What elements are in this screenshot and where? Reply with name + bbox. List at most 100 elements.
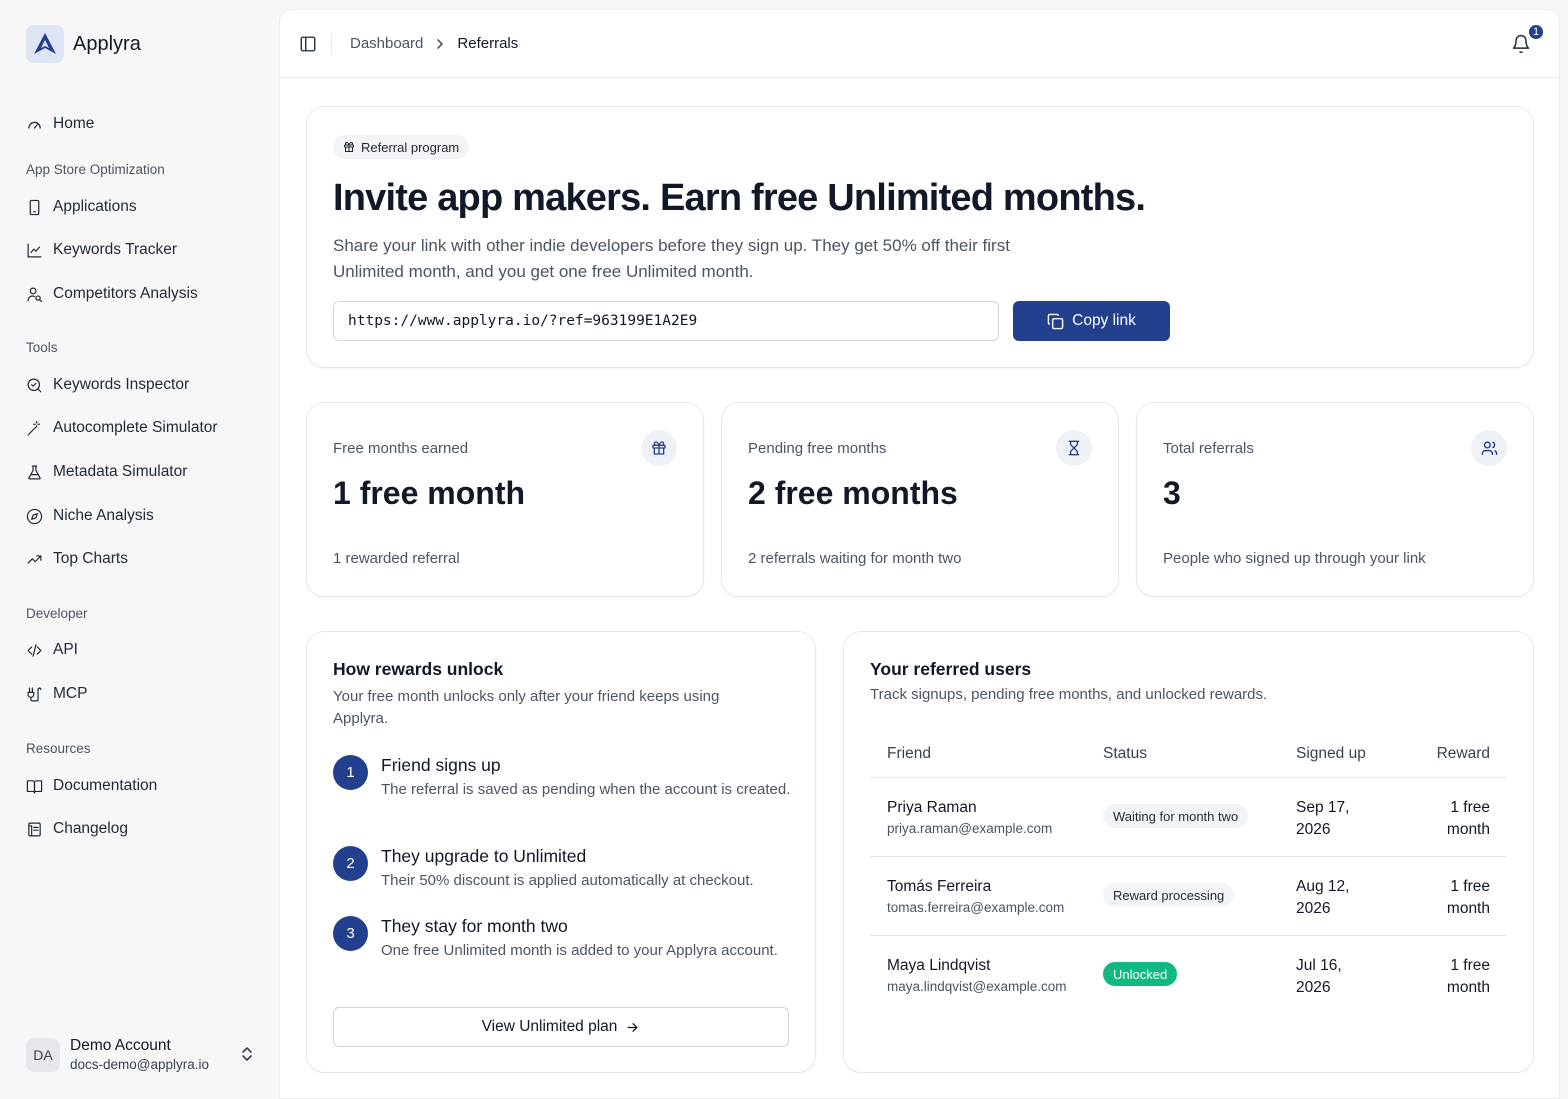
sidebar-item-label: Autocomplete Simulator xyxy=(53,419,218,436)
step-title: Friend signs up xyxy=(381,755,501,775)
copy-icon xyxy=(1047,313,1064,329)
breadcrumb: Dashboard Referrals xyxy=(350,35,518,52)
step-number: 2 xyxy=(333,846,368,881)
table-row: Tomás Ferreira tomas.ferreira@example.co… xyxy=(870,857,1507,936)
sidebar-item-documentation[interactable]: Documentation xyxy=(26,774,157,798)
referred-users-table: Friend Status Signed up Reward Priya Ram… xyxy=(870,732,1507,1015)
sidebar-item-api[interactable]: API xyxy=(26,638,78,662)
sidebar-item-label: Changelog xyxy=(53,820,128,837)
sidebar-item-keywords-inspector[interactable]: Keywords Inspector xyxy=(26,373,189,397)
sidebar-item-home[interactable]: Home xyxy=(26,112,94,136)
friend-name: Maya Lindqvist xyxy=(887,957,991,974)
referred-users-card: Your referred users Track signups, pendi… xyxy=(843,631,1534,1073)
search-check-icon xyxy=(27,378,42,392)
sidebar-item-label: Keywords Inspector xyxy=(53,376,190,393)
hero-description: Share your link with other indie develop… xyxy=(333,236,1010,281)
sidebar-item-label: Applications xyxy=(53,198,137,215)
stat-value: 1 free month xyxy=(333,475,526,511)
smartphone-icon xyxy=(29,199,40,215)
trending-up-icon xyxy=(27,554,42,564)
stat-subtext: 1 rewarded referral xyxy=(333,550,460,567)
sidebar: Applyra Home App Store Optimization Appl… xyxy=(0,0,278,1099)
sidebar-item-label: Competitors Analysis xyxy=(53,285,198,302)
card-title: Your referred users xyxy=(870,659,1032,679)
column-header-status: Status xyxy=(1103,745,1147,762)
sidebar-item-label: MCP xyxy=(53,685,88,702)
reward-value: 1 free month xyxy=(1446,878,1490,917)
signed-up-date: Jul 16, 2026 xyxy=(1296,957,1342,996)
chevron-right-icon xyxy=(437,38,444,49)
stat-value: 2 free months xyxy=(748,475,958,511)
account-name: Demo Account xyxy=(70,1037,171,1054)
sidebar-item-label: Metadata Simulator xyxy=(53,463,188,480)
brand[interactable]: Applyra xyxy=(26,25,141,63)
pill-label: Referral program xyxy=(361,139,460,155)
breadcrumb-dashboard[interactable]: Dashboard xyxy=(350,35,423,52)
notification-badge: 1 xyxy=(1527,23,1545,41)
sidebar-item-metadata-simulator[interactable]: Metadata Simulator xyxy=(26,460,187,484)
sidebar-item-keywords-tracker[interactable]: Keywords Tracker xyxy=(26,238,177,262)
sidebar-item-competitors-analysis[interactable]: Competitors Analysis xyxy=(26,282,198,306)
sidebar-item-label: Documentation xyxy=(53,777,158,794)
page-title: Invite app makers. Earn free Unlimited m… xyxy=(333,177,1146,219)
line-chart-icon xyxy=(27,243,42,257)
button-label: View Unlimited plan xyxy=(481,1018,618,1035)
referral-link-input[interactable] xyxy=(333,301,999,341)
step-description: Their 50% discount is applied automatica… xyxy=(381,872,754,889)
breadcrumb-referrals: Referrals xyxy=(457,35,519,52)
sidebar-item-changelog[interactable]: Changelog xyxy=(26,817,128,841)
flask-icon xyxy=(28,465,41,479)
account-email: docs-demo@applyra.io xyxy=(70,1057,210,1072)
how-rewards-unlock-card: How rewards unlock Your free month unloc… xyxy=(306,631,816,1073)
table-header: Friend Status Signed up Reward xyxy=(870,732,1507,778)
column-header-friend: Friend xyxy=(887,745,931,762)
magic-wand-icon xyxy=(27,420,41,435)
card-description: Track signups, pending free months, and … xyxy=(870,686,1268,703)
sidebar-item-mcp[interactable]: MCP xyxy=(26,682,87,706)
chevrons-up-down-icon xyxy=(242,1047,252,1061)
stat-card-free-months-earned: Free months earned 1 free month 1 reward… xyxy=(306,402,704,597)
step-title: They upgrade to Unlimited xyxy=(381,846,587,866)
sidebar-item-autocomplete-simulator[interactable]: Autocomplete Simulator xyxy=(26,416,218,440)
sidebar-item-label: Home xyxy=(53,115,95,132)
account-switcher[interactable]: DA Demo Account docs-demo@applyra.io xyxy=(26,1037,254,1072)
step-description: The referral is saved as pending when th… xyxy=(381,781,791,798)
brand-name: Applyra xyxy=(73,32,141,55)
reward-value: 1 free month xyxy=(1446,957,1490,996)
card-description: Your free month unlocks only after your … xyxy=(333,688,720,727)
plug-icon xyxy=(27,687,42,701)
referral-hero-card: Referral program Invite app makers. Earn… xyxy=(306,106,1534,368)
gauge-icon xyxy=(28,121,41,129)
status-badge: Waiting for month two xyxy=(1103,804,1249,828)
signed-up-date: Aug 12, 2026 xyxy=(1296,878,1350,917)
book-open-icon xyxy=(26,779,43,793)
referral-program-pill: Referral program xyxy=(333,135,470,159)
users-icon xyxy=(1471,430,1507,466)
sidebar-item-top-charts[interactable]: Top Charts xyxy=(26,547,128,571)
code-icon xyxy=(27,643,42,657)
stat-subtext: People who signed up through your link xyxy=(1163,550,1426,567)
signed-up-date: Sep 17, 2026 xyxy=(1296,799,1350,838)
copy-link-button[interactable]: Copy link xyxy=(1013,301,1170,341)
stat-label: Free months earned xyxy=(333,440,469,457)
sidebar-toggle-icon[interactable] xyxy=(299,35,317,53)
table-row: Maya Lindqvist maya.lindqvist@example.co… xyxy=(870,936,1507,1015)
stat-card-pending-free-months: Pending free months 2 free months 2 refe… xyxy=(721,402,1119,597)
sidebar-item-label: API xyxy=(53,641,78,658)
main-panel: Dashboard Referrals 1 Referral program I… xyxy=(279,9,1560,1099)
sidebar-item-niche-analysis[interactable]: Niche Analysis xyxy=(26,504,154,528)
divider xyxy=(331,34,332,54)
view-unlimited-plan-button[interactable]: View Unlimited plan xyxy=(333,1007,789,1047)
reward-value: 1 free month xyxy=(1446,799,1490,838)
gift-icon xyxy=(641,430,677,466)
sidebar-item-applications[interactable]: Applications xyxy=(26,195,137,219)
section-tools: Tools xyxy=(26,340,58,355)
friend-email: priya.raman@example.com xyxy=(887,821,1053,836)
stat-value: 3 xyxy=(1163,475,1181,511)
section-developer: Developer xyxy=(26,606,88,621)
scroll-icon xyxy=(28,822,41,836)
avatar: DA xyxy=(26,1037,60,1072)
status-badge: Reward processing xyxy=(1103,883,1235,907)
compass-icon xyxy=(26,508,43,524)
stat-label: Pending free months xyxy=(748,440,887,457)
